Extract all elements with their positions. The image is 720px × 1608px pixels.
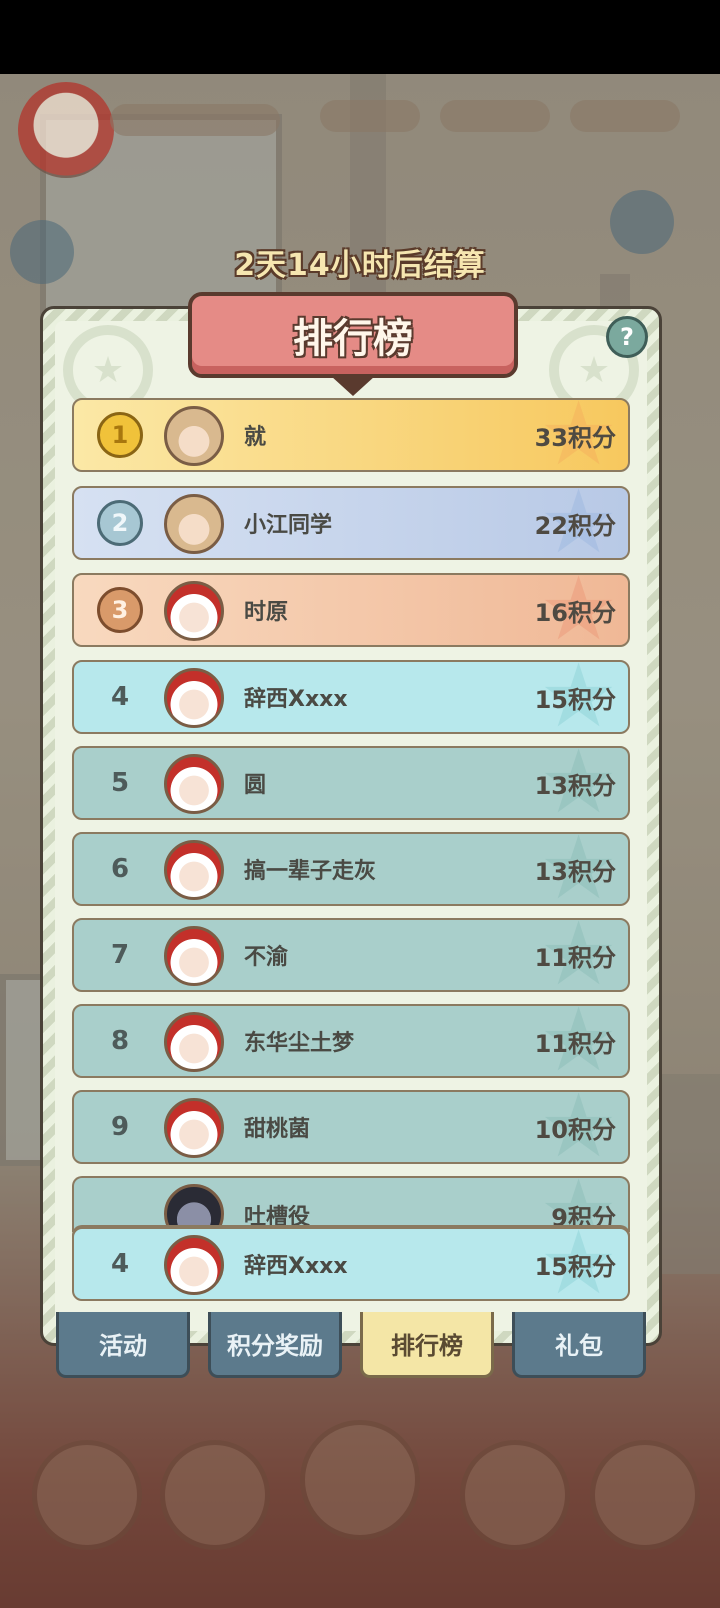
avatar [164,926,224,986]
my-rank-row: ★ 4 辞西Xxxx 15积分 [72,1227,630,1301]
rank-number: 8 [110,1026,130,1056]
silver-medal-icon: 2 [97,500,143,546]
player-name: 辞西Xxxx [244,687,348,712]
player-name: 圆 [244,773,267,798]
player-score: 16积分 [534,598,616,627]
player-name: 不渝 [244,945,289,970]
leaderboard-row: ★ 8 东华尘土梦 11积分 [72,1004,630,1078]
tab-points-reward[interactable]: 积分奖励 [208,1312,342,1378]
status-bar [0,0,720,74]
currency-pill-2 [440,100,550,132]
help-button[interactable]: ? [606,316,648,358]
player-name: 就 [244,425,267,450]
avatar [164,581,224,641]
player-avatar [18,82,114,178]
avatar [164,1012,224,1072]
gold-medal-icon: 1 [97,412,143,458]
player-score: 10积分 [534,1115,616,1144]
tab-activity[interactable]: 活动 [56,1312,190,1378]
avatar [164,1098,224,1158]
leaderboard-title-banner: 排行榜 [188,292,518,378]
rank-number: 5 [110,768,130,798]
avatar [164,668,224,728]
leaderboard-row: ★ 1 就 33积分 [72,398,630,472]
player-name: 辞西Xxxx [244,1254,348,1279]
player-name: 搞一辈子走灰 [244,859,377,884]
player-score: 13积分 [534,771,616,800]
player-score: 15积分 [534,685,616,714]
question-icon: ? [620,323,634,351]
currency-pill-1 [320,100,420,132]
bottom-nav-button-1 [32,1440,142,1550]
leaderboard-row: ★ 2 小江同学 22积分 [72,486,630,560]
player-score: 15积分 [534,1252,616,1281]
player-name-pill [110,104,280,136]
player-name: 东华尘土梦 [244,1031,355,1056]
player-score: 22积分 [534,511,616,540]
tab-gift-pack[interactable]: 礼包 [512,1312,646,1378]
player-score: 13积分 [534,857,616,886]
bottom-nav-button-3 [300,1420,420,1540]
bottom-nav-button-4 [460,1440,570,1550]
player-name: 时原 [244,600,289,625]
tab-leaderboard[interactable]: 排行榜 [360,1312,494,1378]
player-score: 11积分 [534,943,616,972]
avatar [164,406,224,466]
leaderboard-row: ★ 5 圆 13积分 [72,746,630,820]
rank-number: 4 [110,682,130,712]
player-name: 甜桃菌 [244,1117,311,1142]
rank-number: 9 [110,1112,130,1142]
player-name: 吐槽役 [244,1205,311,1230]
rank-number: 10 [74,1178,166,1232]
rank-number: 6 [110,854,130,884]
avatar [164,494,224,554]
player-score: 33积分 [534,423,616,452]
avatar [164,1235,224,1295]
avatar [164,1184,224,1232]
currency-pill-3 [570,100,680,132]
avatar [164,754,224,814]
bottom-nav-button-2 [160,1440,270,1550]
player-score: 11积分 [534,1029,616,1058]
leaderboard-row: ★ 3 时原 16积分 [72,573,630,647]
leaderboard-row: ★ 4 辞西Xxxx 15积分 [72,660,630,734]
bronze-medal-icon: 3 [97,587,143,633]
leaderboard-row: ★ 9 甜桃菌 10积分 [72,1090,630,1164]
leaderboard-row: ★ 7 不渝 11积分 [72,918,630,992]
avatar [164,840,224,900]
tab-bar: 活动 积分奖励 排行榜 礼包 [56,1312,656,1382]
rank-number: 4 [110,1249,130,1279]
leaderboard-row: ★ 10 吐槽役 9积分 [72,1176,630,1232]
player-score: 9积分 [551,1203,616,1232]
settlement-countdown: 2天14小时后结算 [234,248,486,283]
bottom-nav-button-5 [590,1440,700,1550]
rank-number: 7 [110,940,130,970]
leaderboard-row: ★ 6 搞一辈子走灰 13积分 [72,832,630,906]
player-name: 小江同学 [244,513,333,538]
page-title: 排行榜 [293,316,413,362]
